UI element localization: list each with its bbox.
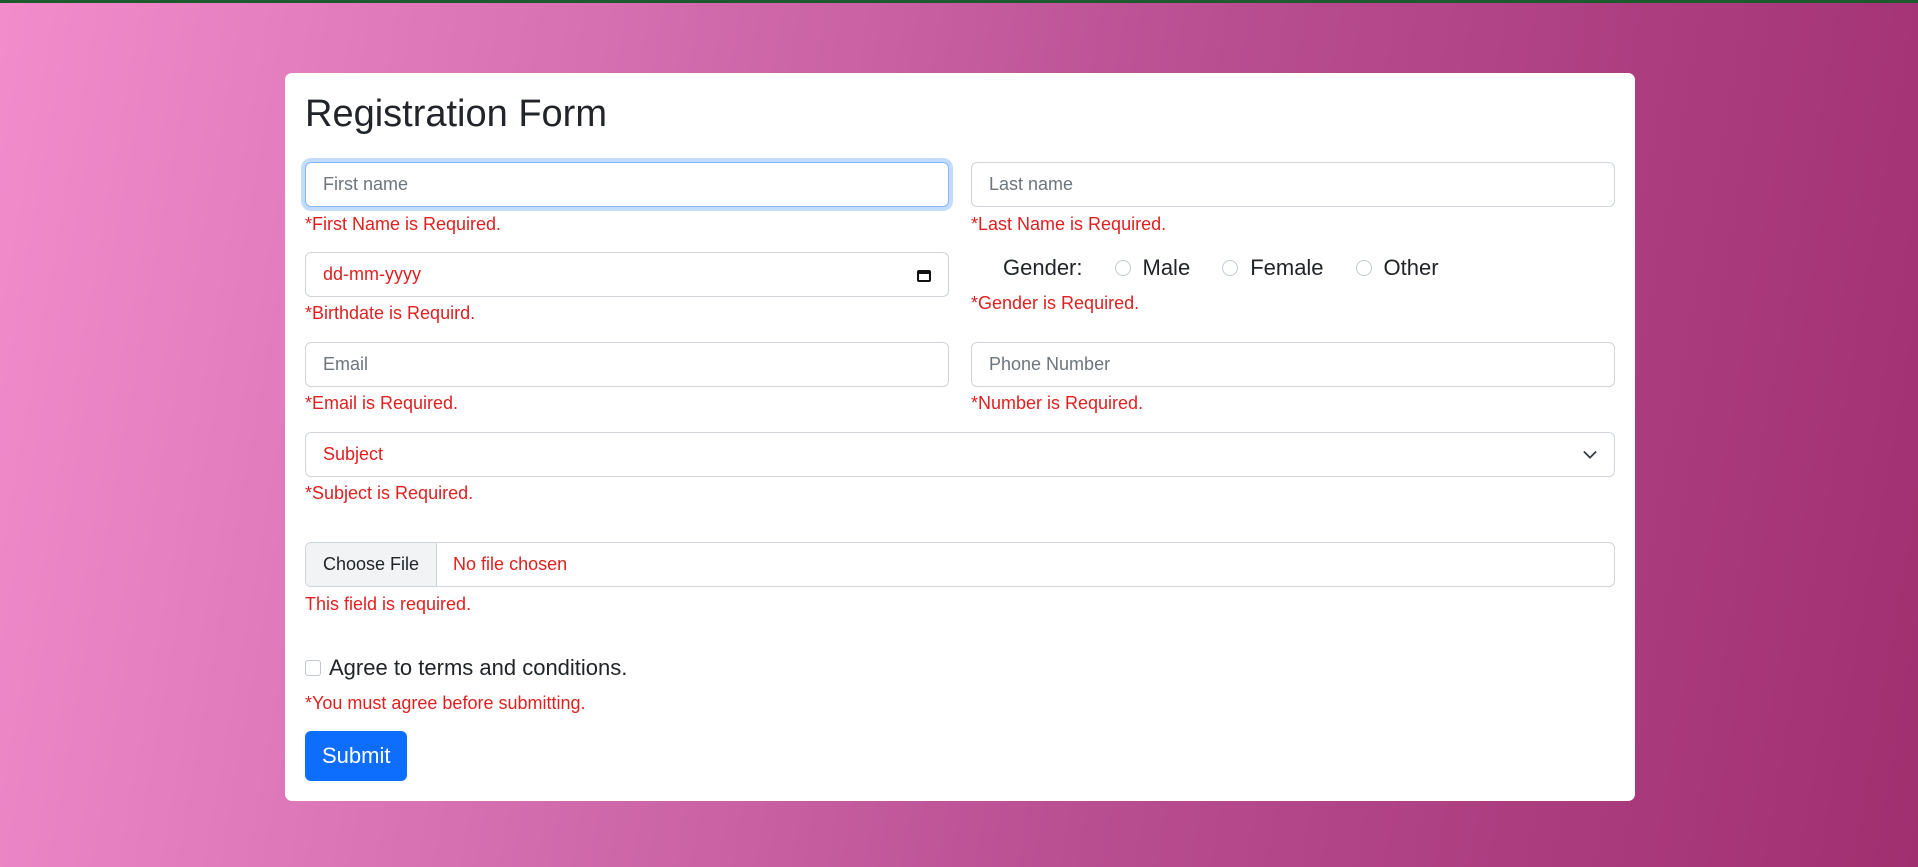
last-name-input[interactable] bbox=[971, 162, 1615, 207]
file-status: No file chosen bbox=[453, 554, 568, 574]
first-name-input[interactable] bbox=[305, 162, 949, 207]
submit-button[interactable]: Submit bbox=[305, 731, 408, 781]
gender-other-radio[interactable] bbox=[1355, 260, 1372, 276]
gender-group: Gender: Male Female Other bbox=[1003, 251, 1471, 285]
terms-row[interactable]: Agree to terms and conditions. bbox=[305, 655, 627, 681]
terms-error: *You must agree before submitting. bbox=[305, 693, 586, 713]
gender-other-label: Other bbox=[1383, 255, 1439, 280]
gender-error: *Gender is Required. bbox=[971, 293, 1140, 313]
subject-select[interactable]: Subject bbox=[305, 432, 1615, 477]
choose-file-button[interactable]: Choose File bbox=[306, 543, 438, 586]
phone-input[interactable] bbox=[971, 342, 1615, 387]
gender-male-label: Male bbox=[1142, 255, 1191, 280]
last-name-error: *Last Name is Required. bbox=[971, 214, 1167, 234]
birthdate-input[interactable]: dd-mm-yyyy bbox=[305, 252, 949, 297]
gender-label: Gender: bbox=[1003, 255, 1083, 280]
terms-checkbox[interactable] bbox=[305, 660, 321, 676]
calendar-icon[interactable] bbox=[917, 268, 931, 282]
phone-error: *Number is Required. bbox=[971, 393, 1144, 413]
gender-option-male[interactable]: Male bbox=[1114, 255, 1191, 281]
birthdate-placeholder: dd-mm-yyyy bbox=[323, 264, 421, 284]
email-error: *Email is Required. bbox=[305, 393, 459, 413]
gender-female-radio[interactable] bbox=[1222, 260, 1239, 276]
gender-female-label: Female bbox=[1250, 255, 1324, 280]
birthdate-error: *Birthdate is Requird. bbox=[305, 303, 476, 323]
first-name-error: *First Name is Required. bbox=[305, 214, 502, 234]
file-input[interactable]: Choose File No file chosen bbox=[305, 542, 1615, 587]
top-border bbox=[0, 0, 1918, 3]
file-error: This field is required. bbox=[305, 594, 472, 614]
subject-selected-value: Subject bbox=[323, 444, 384, 464]
gender-option-other[interactable]: Other bbox=[1355, 255, 1439, 281]
gender-male-radio[interactable] bbox=[1114, 260, 1131, 276]
gender-option-female[interactable]: Female bbox=[1222, 255, 1324, 281]
chevron-down-icon bbox=[1583, 448, 1597, 462]
registration-card: Registration Form *First Name is Require… bbox=[285, 73, 1635, 801]
subject-error: *Subject is Required. bbox=[305, 483, 474, 503]
email-input[interactable] bbox=[305, 342, 949, 387]
terms-label: Agree to terms and conditions. bbox=[329, 655, 628, 680]
page-title: Registration Form bbox=[305, 93, 607, 135]
